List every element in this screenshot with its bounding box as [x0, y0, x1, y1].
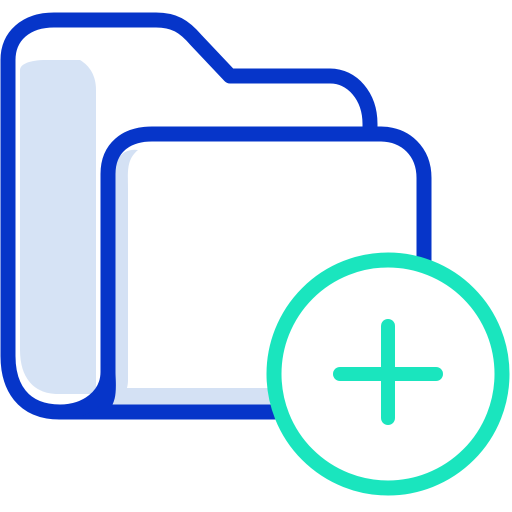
add-folder-svg: [0, 12, 510, 496]
back-folder-shade: [20, 60, 96, 394]
add-folder-icon: [0, 0, 512, 512]
plus-circle-icon: [266, 252, 510, 496]
